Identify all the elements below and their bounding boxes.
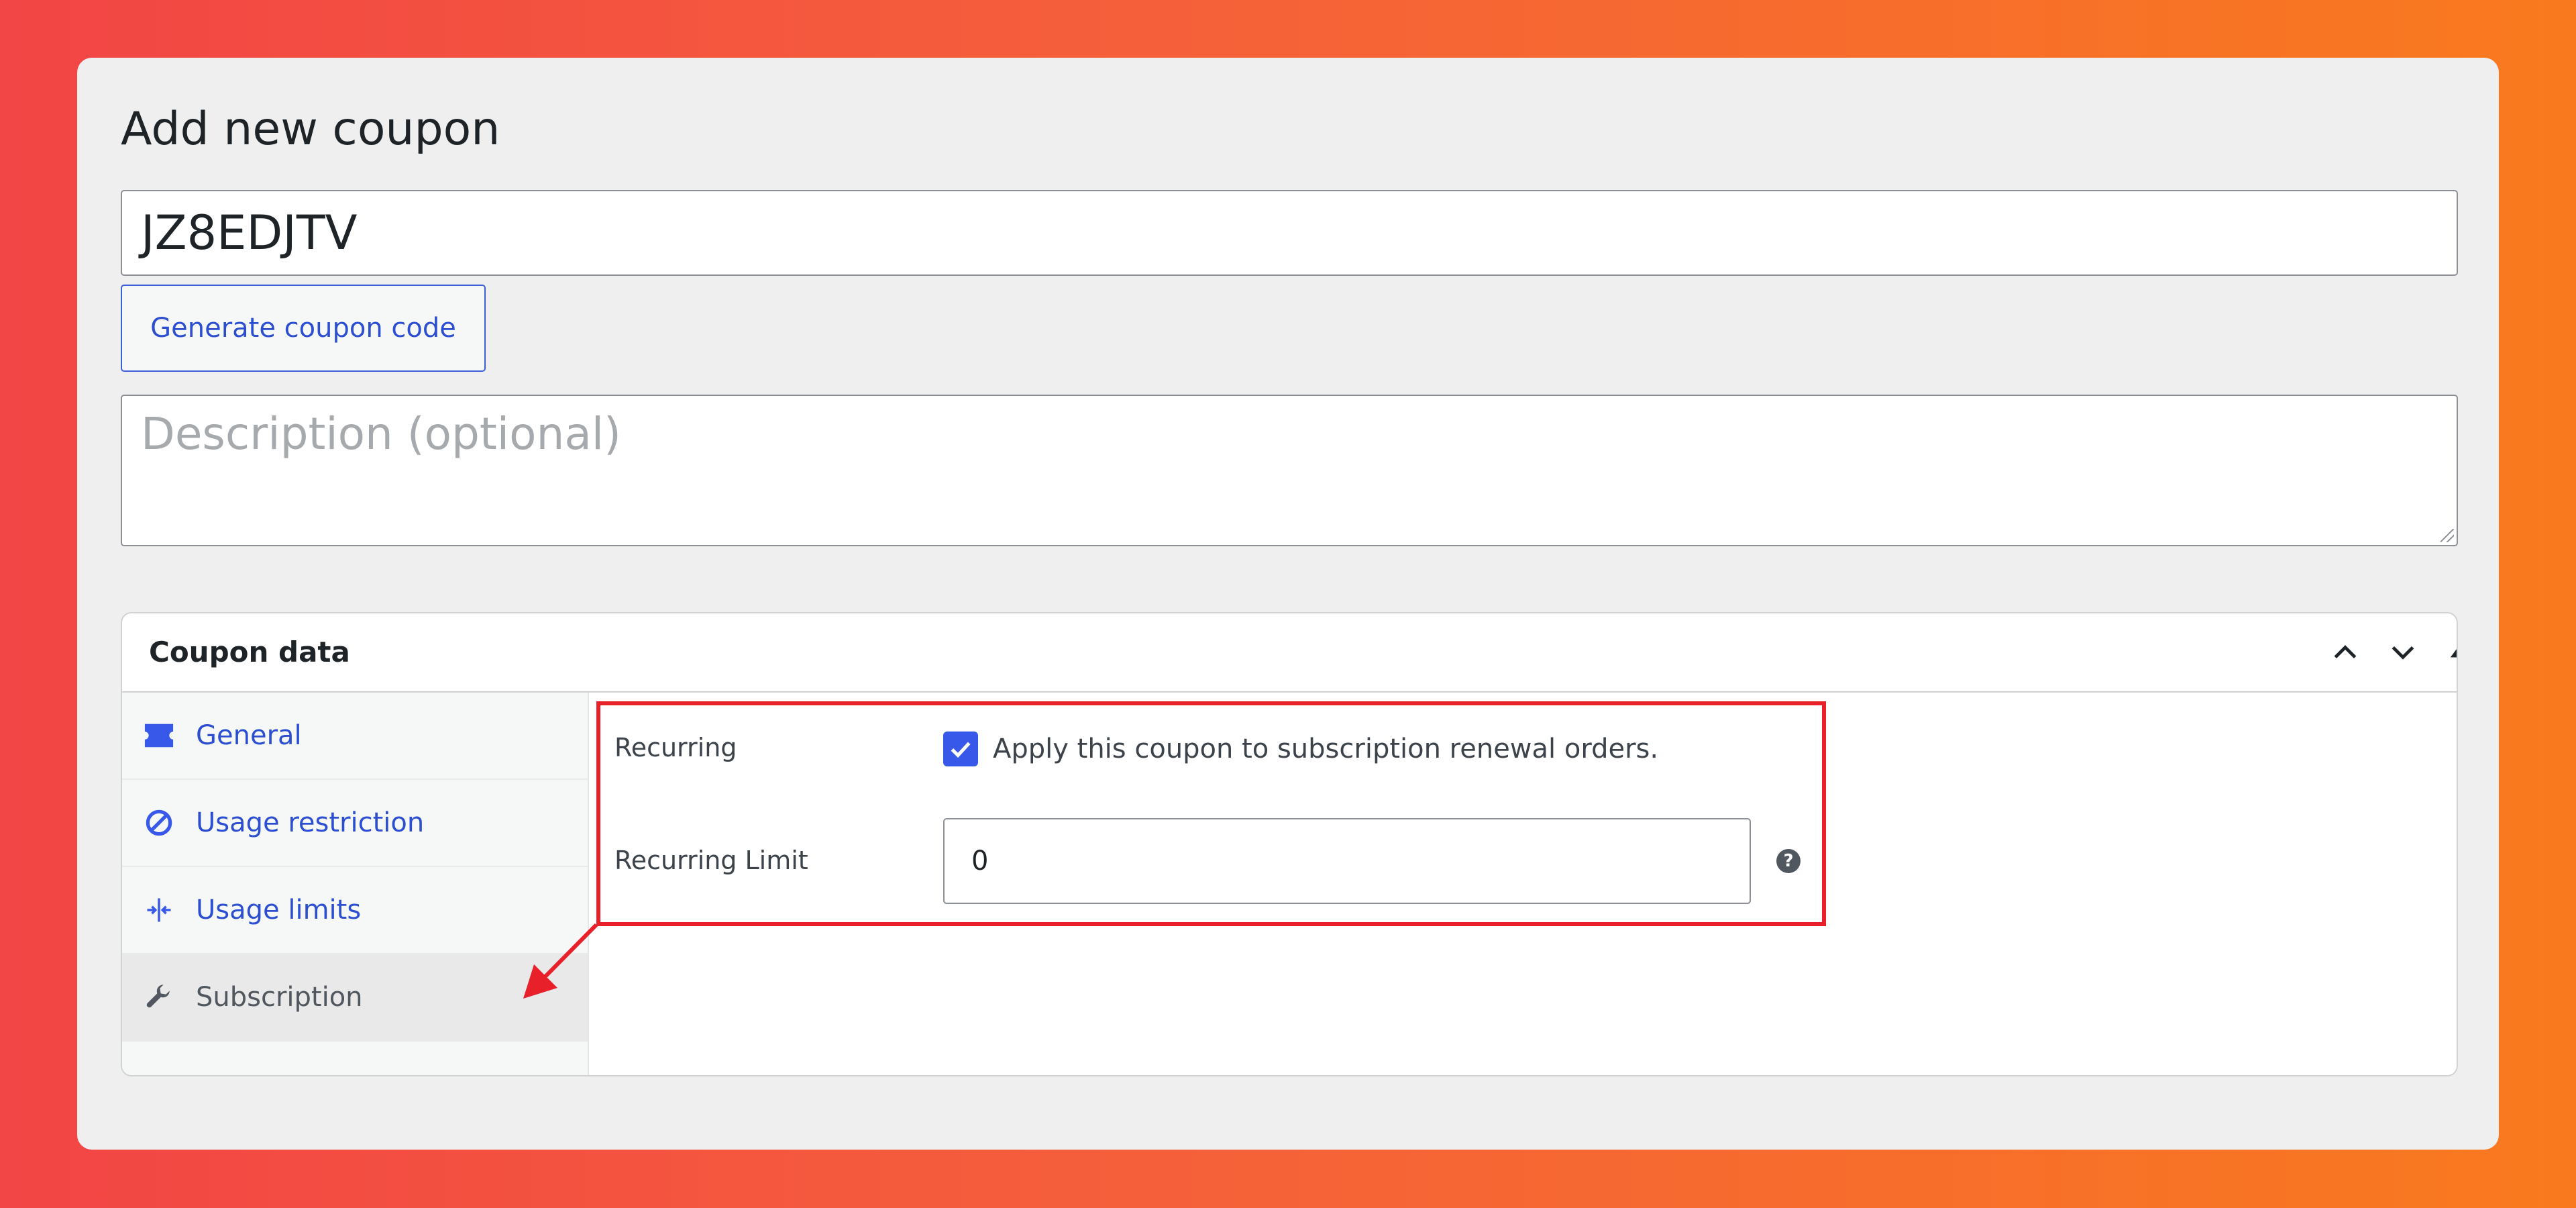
chevron-down-icon bbox=[2392, 646, 2414, 660]
tab-usage-limits-label: Usage limits bbox=[196, 895, 362, 925]
triangle-up-icon bbox=[2450, 649, 2457, 658]
chevron-up-icon bbox=[2334, 645, 2357, 659]
block-icon bbox=[142, 806, 176, 840]
collapse-panel-button[interactable] bbox=[2438, 632, 2457, 672]
coupon-code-value: JZ8EDJTV bbox=[141, 205, 358, 260]
coupon-code-input[interactable]: JZ8EDJTV bbox=[121, 190, 2458, 276]
resize-handle[interactable] bbox=[2440, 529, 2454, 542]
coupon-data-header: Coupon data bbox=[122, 613, 2457, 693]
tab-usage-restriction-label: Usage restriction bbox=[196, 807, 425, 838]
annotation-highlight-box bbox=[596, 701, 1826, 926]
tab-subscription[interactable]: Subscription bbox=[122, 954, 588, 1042]
wrench-icon bbox=[142, 980, 176, 1014]
tab-usage-limits[interactable]: Usage limits bbox=[122, 867, 588, 954]
limits-icon bbox=[142, 893, 176, 927]
tab-general-label: General bbox=[196, 720, 302, 751]
tab-general[interactable]: General bbox=[122, 693, 588, 780]
ticket-icon bbox=[142, 719, 176, 752]
description-placeholder: Description (optional) bbox=[141, 408, 621, 460]
coupon-data-tabs: General Usage restriction Usage limits S… bbox=[122, 693, 589, 1075]
tab-usage-restriction[interactable]: Usage restriction bbox=[122, 780, 588, 867]
coupon-data-title: Coupon data bbox=[149, 636, 350, 668]
description-textarea[interactable]: Description (optional) bbox=[121, 395, 2458, 546]
tab-subscription-label: Subscription bbox=[196, 982, 363, 1013]
page-title: Add new coupon bbox=[121, 103, 500, 156]
move-up-button[interactable] bbox=[2325, 632, 2365, 672]
generate-coupon-code-button[interactable]: Generate coupon code bbox=[121, 285, 486, 372]
move-down-button[interactable] bbox=[2383, 632, 2423, 672]
